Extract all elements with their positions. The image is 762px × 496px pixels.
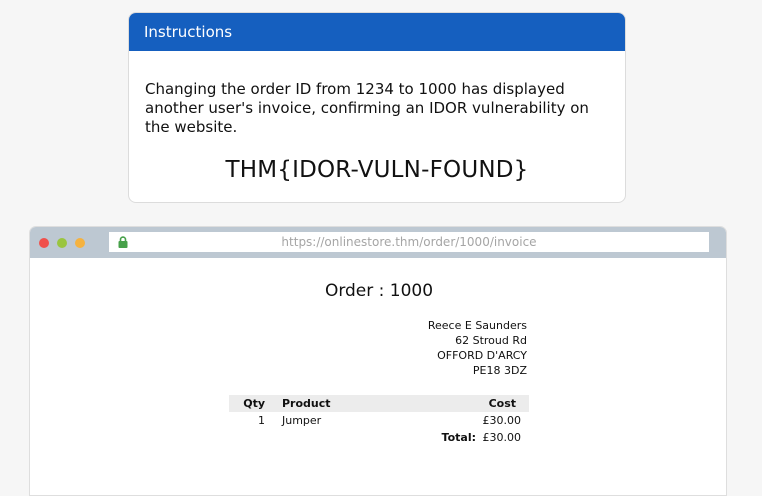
address-bar[interactable]: https://onlinestore.thm/order/1000/invoi… — [109, 232, 709, 252]
browser-toolbar: https://onlinestore.thm/order/1000/invoi… — [30, 227, 726, 258]
cost-header: Cost — [488, 397, 516, 410]
table-row: 1 Jumper £30.00 — [229, 412, 529, 429]
item-product: Jumper — [282, 414, 322, 427]
flag-text: THM{IDOR-VULN-FOUND} — [225, 157, 529, 183]
invoice-table: Qty Product Cost 1 Jumper £30.00 Total: … — [229, 395, 529, 446]
url-text[interactable]: https://onlinestore.thm/order/1000/invoi… — [109, 232, 709, 253]
qty-header: Qty — [243, 397, 265, 410]
product-header: Product — [282, 397, 331, 410]
instructions-body: Changing the order ID from 1234 to 1000 … — [129, 51, 625, 183]
address-postcode: PE18 3DZ — [472, 364, 527, 377]
maximize-window-icon[interactable] — [57, 238, 67, 248]
total-label: Total: — [441, 431, 476, 444]
item-cost: £30.00 — [482, 414, 522, 427]
browser-window: https://onlinestore.thm/order/1000/invoi… — [29, 226, 727, 496]
table-header: Qty Product Cost — [229, 395, 529, 412]
customer-address: Reece E Saunders 62 Stroud Rd OFFORD D'A… — [428, 318, 527, 378]
order-title: Order : 1000 — [324, 281, 434, 301]
address-name: Reece E Saunders — [427, 319, 527, 332]
close-window-icon[interactable] — [39, 238, 49, 248]
item-qty: 1 — [258, 414, 265, 427]
instructions-message: Changing the order ID from 1234 to 1000 … — [145, 80, 589, 136]
total-value: £30.00 — [482, 431, 522, 444]
minimize-window-icon[interactable] — [75, 238, 85, 248]
total-row: Total: £30.00 — [229, 429, 529, 446]
address-town: OFFORD D'ARCY — [437, 349, 527, 362]
instructions-header: Instructions — [129, 13, 625, 51]
address-street: 62 Stroud Rd — [455, 334, 527, 347]
instructions-panel: Instructions Changing the order ID from … — [128, 12, 626, 203]
